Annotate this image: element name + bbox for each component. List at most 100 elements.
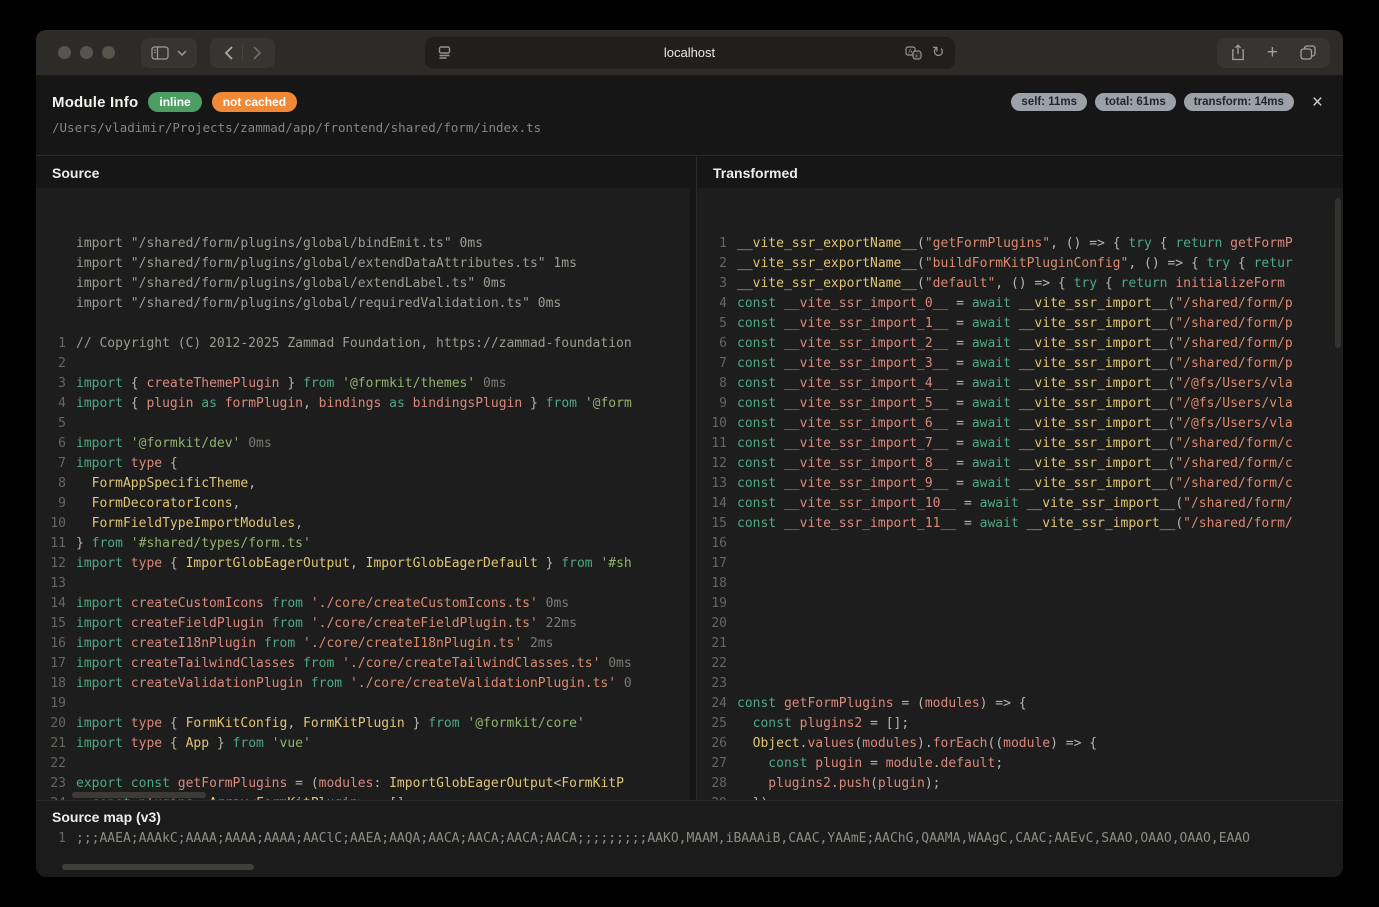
source-panel: Source import "/shared/form/plugins/glob… (36, 156, 690, 801)
close-window-button[interactable] (58, 46, 71, 59)
line-number: 14 (697, 494, 727, 514)
code-text: FormDecoratorIcons, (76, 494, 240, 514)
code-line: 2 (36, 354, 690, 374)
sourcemap-code[interactable]: 1;;;AAEA;AAAkC;AAAA;AAAA;AAAA;AAClC;AAEA… (36, 829, 1343, 849)
line-number: 16 (697, 534, 727, 554)
line-number: 21 (697, 634, 727, 654)
code-line: 8const __vite_ssr_import_4__ = await __v… (697, 374, 1343, 394)
line-number: 4 (36, 394, 66, 414)
code-text: import createTailwindClasses from './cor… (76, 654, 632, 674)
line-number (36, 234, 66, 254)
code-text: import '@formkit/dev' 0ms (76, 434, 272, 454)
code-line: import "/shared/form/plugins/global/bind… (36, 234, 690, 254)
code-line: 11 } from '#shared/types/form.ts' (36, 534, 690, 554)
line-number: 8 (697, 374, 727, 394)
source-horizontal-scrollbar[interactable] (72, 792, 206, 798)
line-number: 17 (697, 554, 727, 574)
line-number: 11 (36, 534, 66, 554)
line-number: 6 (697, 334, 727, 354)
line-number: 11 (697, 434, 727, 454)
code-line: 1// Copyright (C) 2012-2025 Zammad Found… (36, 334, 690, 354)
share-icon[interactable] (1231, 44, 1245, 61)
line-number: 19 (697, 594, 727, 614)
new-tab-button[interactable]: + (1267, 43, 1278, 62)
line-number: 3 (697, 274, 727, 294)
code-line: 1;;;AAEA;AAAkC;AAAA;AAAA;AAAA;AAClC;AAEA… (36, 829, 1343, 849)
code-line: 19 (697, 594, 1343, 614)
code-line: 7const __vite_ssr_import_3__ = await __v… (697, 354, 1343, 374)
line-number: 19 (36, 694, 66, 714)
sidebar-toggle-button[interactable] (141, 38, 197, 68)
source-code[interactable]: import "/shared/form/plugins/global/bind… (36, 188, 690, 801)
code-text: export const getFormPlugins = (modules: … (76, 774, 624, 794)
code-line: 8 FormAppSpecificTheme, (36, 474, 690, 494)
code-line: 4import { plugin as formPlugin, bindings… (36, 394, 690, 414)
transformed-code[interactable]: 1__vite_ssr_exportName__("getFormPlugins… (697, 188, 1343, 801)
line-number: 1 (697, 234, 727, 254)
line-number: 14 (36, 594, 66, 614)
translate-icon[interactable]: A x (905, 46, 922, 60)
code-line: 20 (697, 614, 1343, 634)
tab-overview-icon[interactable] (1300, 45, 1316, 60)
address-bar[interactable]: localhost A x (425, 37, 955, 69)
forward-button[interactable] (243, 39, 271, 67)
code-line: 12import type { ImportGlobEagerOutput, I… (36, 554, 690, 574)
line-number: 17 (36, 654, 66, 674)
code-line: 28 plugins2.push(plugin); (697, 774, 1343, 794)
code-text: const __vite_ssr_import_6__ = await __vi… (737, 414, 1293, 434)
code-text: const plugins2 = []; (737, 714, 909, 734)
line-number: 1 (36, 334, 66, 354)
code-line: 16 (697, 534, 1343, 554)
line-number: 26 (697, 734, 727, 754)
code-text: import createI18nPlugin from './core/cre… (76, 634, 553, 654)
code-line (36, 314, 690, 334)
address-url: localhost (425, 45, 955, 60)
line-number: 8 (36, 474, 66, 494)
code-line: 14 const __vite_ssr_import_10__ = await _… (697, 494, 1343, 514)
reader-icon[interactable] (437, 46, 452, 59)
sourcemap-horizontal-scrollbar[interactable] (62, 864, 254, 870)
code-line: 17 (697, 554, 1343, 574)
page-title: Module Info (52, 94, 138, 111)
line-number (36, 254, 66, 274)
reload-icon[interactable]: ↻ (932, 45, 945, 60)
timing-badges: self: 11ms total: 61ms transform: 14ms (1011, 93, 1293, 111)
code-line: 9 FormDecoratorIcons, (36, 494, 690, 514)
line-number: 13 (697, 474, 727, 494)
back-button[interactable] (214, 39, 242, 67)
window-controls (58, 46, 115, 59)
sidebar-icon (151, 46, 169, 60)
close-panel-button[interactable]: × (1312, 93, 1323, 112)
code-line: 26 Object.values(modules).forEach((modul… (697, 734, 1343, 754)
svg-text:x: x (915, 53, 918, 59)
code-text: import type { (76, 454, 178, 474)
line-number: 24 (697, 694, 727, 714)
code-line: 20import type { FormKitConfig, FormKitPl… (36, 714, 690, 734)
code-line: 7 import type { (36, 454, 690, 474)
code-text: const __vite_ssr_import_10__ = await __v… (737, 494, 1293, 514)
code-line: 6const __vite_ssr_import_2__ = await __v… (697, 334, 1343, 354)
minimize-window-button[interactable] (80, 46, 93, 59)
code-text: import type { FormKitConfig, FormKitPlug… (76, 714, 585, 734)
transformed-vertical-scrollbar[interactable] (1335, 198, 1341, 348)
line-number: 4 (697, 294, 727, 314)
zoom-window-button[interactable] (102, 46, 115, 59)
code-text: FormFieldTypeImportModules, (76, 514, 303, 534)
code-line: import "/shared/form/plugins/global/exte… (36, 274, 690, 294)
code-line: 15import createFieldPlugin from './core/… (36, 614, 690, 634)
code-text: __vite_ssr_exportName__("default", () =>… (737, 274, 1285, 294)
line-number: 7 (36, 454, 66, 474)
code-text: import createFieldPlugin from './core/cr… (76, 614, 577, 634)
line-number: 2 (36, 354, 66, 374)
code-line: 3 __vite_ssr_exportName__("default", () =… (697, 274, 1343, 294)
code-text: const getFormPlugins = (modules) => { (737, 694, 1027, 714)
code-line: 1__vite_ssr_exportName__("getFormPlugins… (697, 234, 1343, 254)
code-line: 22 (36, 754, 690, 774)
code-text: import "/shared/form/plugins/global/exte… (76, 254, 577, 274)
code-line: 21 (697, 634, 1343, 654)
code-line: 10const __vite_ssr_import_6__ = await __… (697, 414, 1343, 434)
line-number: 25 (697, 714, 727, 734)
code-text: const __vite_ssr_import_3__ = await __vi… (737, 354, 1293, 374)
code-text: } from '#shared/types/form.ts' (76, 534, 311, 554)
toolbar-right-buttons: + (1217, 38, 1330, 68)
